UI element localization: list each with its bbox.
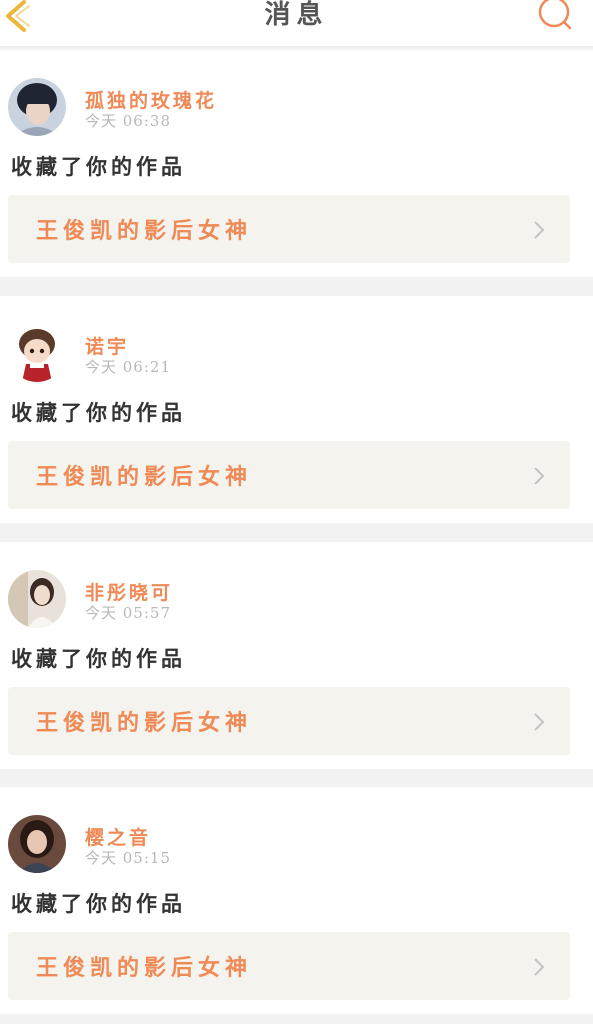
work-title: 王俊凯的影后女神 [36, 465, 253, 490]
action-text: 收藏了你的作品 [11, 647, 186, 671]
work-link[interactable]: 王俊凯的影后女神 [8, 441, 570, 509]
message-card: 非彤晓可 今天 05:57 收藏了你的作品 王俊凯的影后女神 [0, 542, 593, 769]
chevron-right-icon [534, 958, 545, 976]
chevron-right-icon [534, 467, 545, 485]
username[interactable]: 非彤晓可 [85, 578, 173, 605]
work-link[interactable]: 王俊凯的影后女神 [8, 932, 570, 1000]
work-title: 王俊凯的影后女神 [36, 956, 253, 981]
username[interactable]: 孤独的玫瑰花 [85, 86, 217, 113]
timestamp: 今天 06:38 [85, 112, 171, 130]
message-card: 诺宇 今天 06:21 收藏了你的作品 王俊凯的影后女神 [0, 296, 593, 523]
work-title: 王俊凯的影后女神 [36, 711, 253, 736]
chevron-right-icon [534, 221, 545, 239]
page-title: 消息 [264, 0, 329, 30]
work-link[interactable]: 王俊凯的影后女神 [8, 195, 570, 263]
timestamp: 今天 05:15 [85, 849, 171, 867]
message-card: 孤独的玫瑰花 今天 06:38 收藏了你的作品 王俊凯的影后女神 [0, 50, 593, 277]
top-bar: 消息 [0, 0, 593, 48]
avatar[interactable] [8, 815, 66, 873]
timestamp: 今天 06:21 [85, 358, 171, 376]
action-text: 收藏了你的作品 [11, 155, 186, 179]
avatar[interactable] [8, 570, 66, 628]
search-button[interactable] [535, 0, 575, 32]
avatar[interactable] [8, 324, 66, 382]
username[interactable]: 樱之音 [85, 823, 151, 850]
timestamp: 今天 05:57 [85, 604, 171, 622]
search-icon [538, 0, 572, 30]
action-text: 收藏了你的作品 [11, 401, 186, 425]
action-text: 收藏了你的作品 [11, 892, 186, 916]
chevron-right-icon [534, 713, 545, 731]
avatar[interactable] [8, 78, 66, 136]
work-link[interactable]: 王俊凯的影后女神 [8, 687, 570, 755]
username[interactable]: 诺宇 [85, 332, 129, 359]
message-card: 樱之音 今天 05:15 收藏了你的作品 王俊凯的影后女神 [0, 787, 593, 1014]
work-title: 王俊凯的影后女神 [36, 219, 253, 244]
messages-page: 消息 孤独的玫瑰花 今天 06:38 收藏了你的作品 王俊凯的影后女神 诺宇 今… [0, 0, 593, 1024]
